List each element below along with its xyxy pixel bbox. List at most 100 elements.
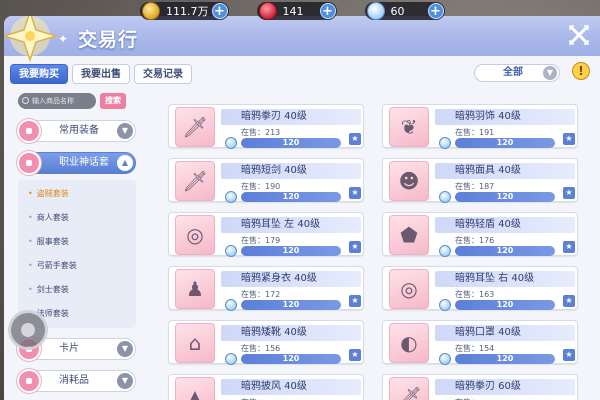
tab-sell[interactable]: 我要出售	[72, 64, 130, 84]
item-price: 120	[455, 192, 555, 202]
stock-value: 179	[265, 236, 281, 245]
item-card[interactable]: 🗡暗鸦拳刃 60级在售：★	[382, 374, 578, 400]
gold-counter: 111.7万 +	[140, 2, 229, 20]
tab-buy[interactable]: 我要购买	[10, 64, 68, 84]
subcategory-merchant-set[interactable]: 商人套装	[18, 206, 136, 230]
job-set-icon	[17, 151, 41, 175]
subcategory-archer-set[interactable]: 弓箭手套装	[18, 254, 136, 278]
item-price: 120	[455, 138, 555, 148]
favorite-star-icon[interactable]: ★	[349, 349, 361, 361]
stock-label: 在售：	[241, 344, 265, 353]
item-name: 暗鸦轻盾 40级	[435, 217, 575, 233]
subcategory-thief-set[interactable]: 盗贼套装	[18, 182, 136, 206]
chevron-down-icon: ▼	[543, 66, 557, 80]
add-gold-button[interactable]: +	[211, 3, 228, 19]
earring-icon: ◎	[389, 269, 429, 309]
stock-label: 在售：	[455, 128, 479, 137]
subcategory-list: 盗贼套装 商人套装 服事套装 弓箭手套装 剑士套装 法师套装	[18, 180, 136, 328]
item-card[interactable]: ♟ 暗鸦紧身衣 40级 在售：172 120 ★	[168, 266, 364, 311]
crystal-icon	[225, 245, 237, 257]
star-emblem-icon	[4, 16, 59, 62]
item-stock: 在售：179	[241, 235, 280, 246]
stock-value: 156	[265, 344, 281, 353]
crystal-counter: 60 +	[364, 2, 445, 20]
bodysuit-icon: ♟	[175, 269, 215, 309]
favorite-star-icon[interactable]: ★	[563, 295, 575, 307]
ruby-counter: 141 +	[256, 2, 337, 20]
crystal-icon	[225, 353, 237, 365]
add-ruby-button[interactable]: +	[319, 3, 336, 19]
favorite-star-icon[interactable]: ★	[563, 349, 575, 361]
stock-label: 在售：	[455, 344, 479, 353]
stock-value: 176	[479, 236, 495, 245]
item-price: 120	[241, 246, 341, 256]
favorite-star-icon[interactable]: ★	[349, 295, 361, 307]
favorite-star-icon[interactable]: ★	[563, 187, 575, 199]
trading-house-panel: ✦ 交易行 我要购买 我要出售 交易记录 全部 ▼ ! 输入商品名称 搜索 常用…	[4, 16, 600, 400]
search-bar: 输入商品名称 搜索	[18, 92, 136, 110]
item-card[interactable]: ◐ 暗鸦口罩 40级 在售：154 120 ★	[382, 320, 578, 365]
tab-trade-history[interactable]: 交易记录	[134, 64, 192, 84]
crystal-icon	[225, 137, 237, 149]
item-card[interactable]: ⌂ 暗鸦矮靴 40级 在售：156 120 ★	[168, 320, 364, 365]
item-card[interactable]: ◎ 暗鸦耳坠 左 40级 在售：179 120 ★	[168, 212, 364, 257]
feather-ornament-icon: ❦	[389, 107, 429, 147]
gold-coin-icon	[142, 2, 160, 20]
category-label: 职业神话套	[59, 157, 109, 168]
chevron-down-icon: ▼	[117, 341, 133, 357]
stock-value: 191	[479, 128, 495, 137]
item-card[interactable]: 🗡 暗鸦短剑 40级 在售：190 120 ★	[168, 158, 364, 203]
item-card[interactable]: ❦ 暗鸦羽饰 40级 在售：191 120 ★	[382, 104, 578, 149]
item-stock: 在售：213	[241, 127, 280, 138]
item-card[interactable]: ⬟ 暗鸦轻盾 40级 在售：176 120 ★	[382, 212, 578, 257]
info-icon[interactable]: !	[572, 62, 590, 80]
dagger-icon: 🗡	[175, 161, 215, 201]
close-icon[interactable]	[568, 24, 590, 46]
potion-icon	[17, 369, 41, 393]
stock-value: 154	[479, 344, 495, 353]
item-name: 暗鸦口罩 40级	[435, 325, 575, 341]
subcategory-swordsman-set[interactable]: 剑士套装	[18, 278, 136, 302]
favorite-star-icon[interactable]: ★	[563, 133, 575, 145]
chevron-up-icon: ▲	[117, 155, 133, 171]
item-name: 暗鸦拳刃 60级	[435, 379, 575, 395]
item-card[interactable]: ☻ 暗鸦面具 40级 在售：187 120 ★	[382, 158, 578, 203]
item-stock: 在售：156	[241, 343, 280, 354]
category-label: 消耗品	[59, 375, 89, 386]
item-price: 120	[241, 354, 341, 364]
item-card[interactable]: ▲暗鸦披风 40级在售：★	[168, 374, 364, 400]
stock-label: 在售：	[455, 236, 479, 245]
item-stock: 在售：163	[455, 289, 494, 300]
category-consumables[interactable]: 消耗品 ▼	[17, 369, 136, 393]
subcategory-acolyte-set[interactable]: 服事套装	[18, 230, 136, 254]
item-card[interactable]: 🗡 暗鸦拳刃 40级 在售：213 120 ★	[168, 104, 364, 149]
item-stock: 在售：176	[455, 235, 494, 246]
title-ornament-icon: ✦	[58, 32, 69, 46]
item-price: 120	[455, 354, 555, 364]
item-card[interactable]: ◎ 暗鸦耳坠 右 40级 在售：163 120 ★	[382, 266, 578, 311]
favorite-star-icon[interactable]: ★	[349, 187, 361, 199]
virtual-joystick[interactable]	[8, 310, 48, 350]
crystal-icon	[439, 245, 451, 257]
category-label: 卡片	[59, 343, 79, 354]
stock-label: 在售：	[241, 236, 265, 245]
crystal-icon	[439, 191, 451, 203]
search-button[interactable]: 搜索	[100, 93, 126, 109]
favorite-star-icon[interactable]: ★	[349, 133, 361, 145]
search-placeholder: 输入商品名称	[32, 97, 74, 105]
item-name: 暗鸦短剑 40级	[221, 163, 361, 179]
search-input[interactable]: 输入商品名称	[18, 93, 96, 109]
shield-icon: ⬟	[389, 215, 429, 255]
item-name: 暗鸦披风 40级	[221, 379, 361, 395]
add-crystal-button[interactable]: +	[427, 3, 444, 19]
item-price: 120	[241, 192, 341, 202]
favorite-star-icon[interactable]: ★	[563, 241, 575, 253]
category-job-sets[interactable]: 职业神话套 ▲	[17, 151, 136, 175]
ruby-icon	[258, 2, 277, 20]
filter-dropdown[interactable]: 全部 ▼	[474, 64, 560, 82]
item-name: 暗鸦面具 40级	[435, 163, 575, 179]
category-equipment[interactable]: 常用装备 ▼	[17, 119, 136, 143]
item-name: 暗鸦紧身衣 40级	[221, 271, 361, 287]
stock-label: 在售：	[241, 182, 265, 191]
favorite-star-icon[interactable]: ★	[349, 241, 361, 253]
